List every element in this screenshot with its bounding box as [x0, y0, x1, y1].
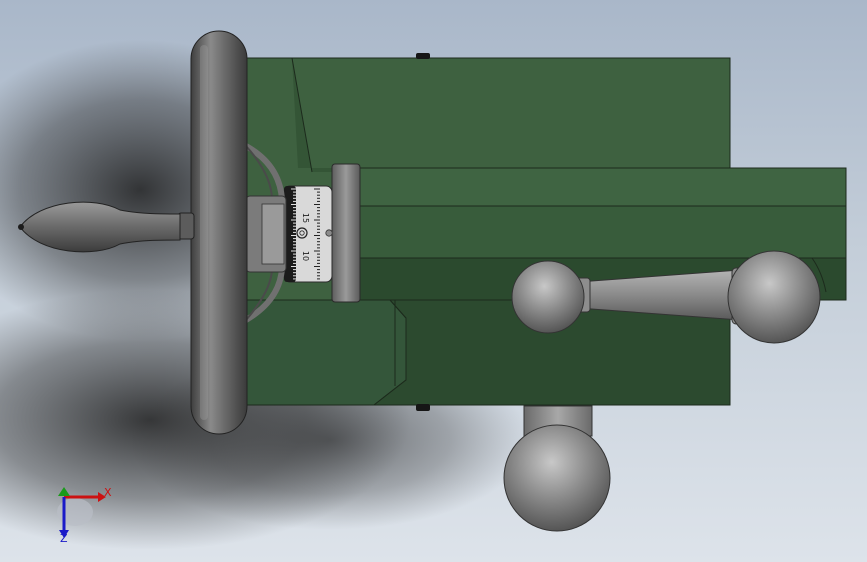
handwheel-icon[interactable] [190, 30, 248, 435]
dial-label-lower: 10 [301, 251, 310, 261]
axis-x-label: X [104, 486, 112, 499]
axis-z-label: Z [60, 532, 68, 545]
cad-viewport[interactable]: 15 10 X Z [0, 0, 867, 562]
dial-label-upper: 15 [301, 213, 310, 223]
